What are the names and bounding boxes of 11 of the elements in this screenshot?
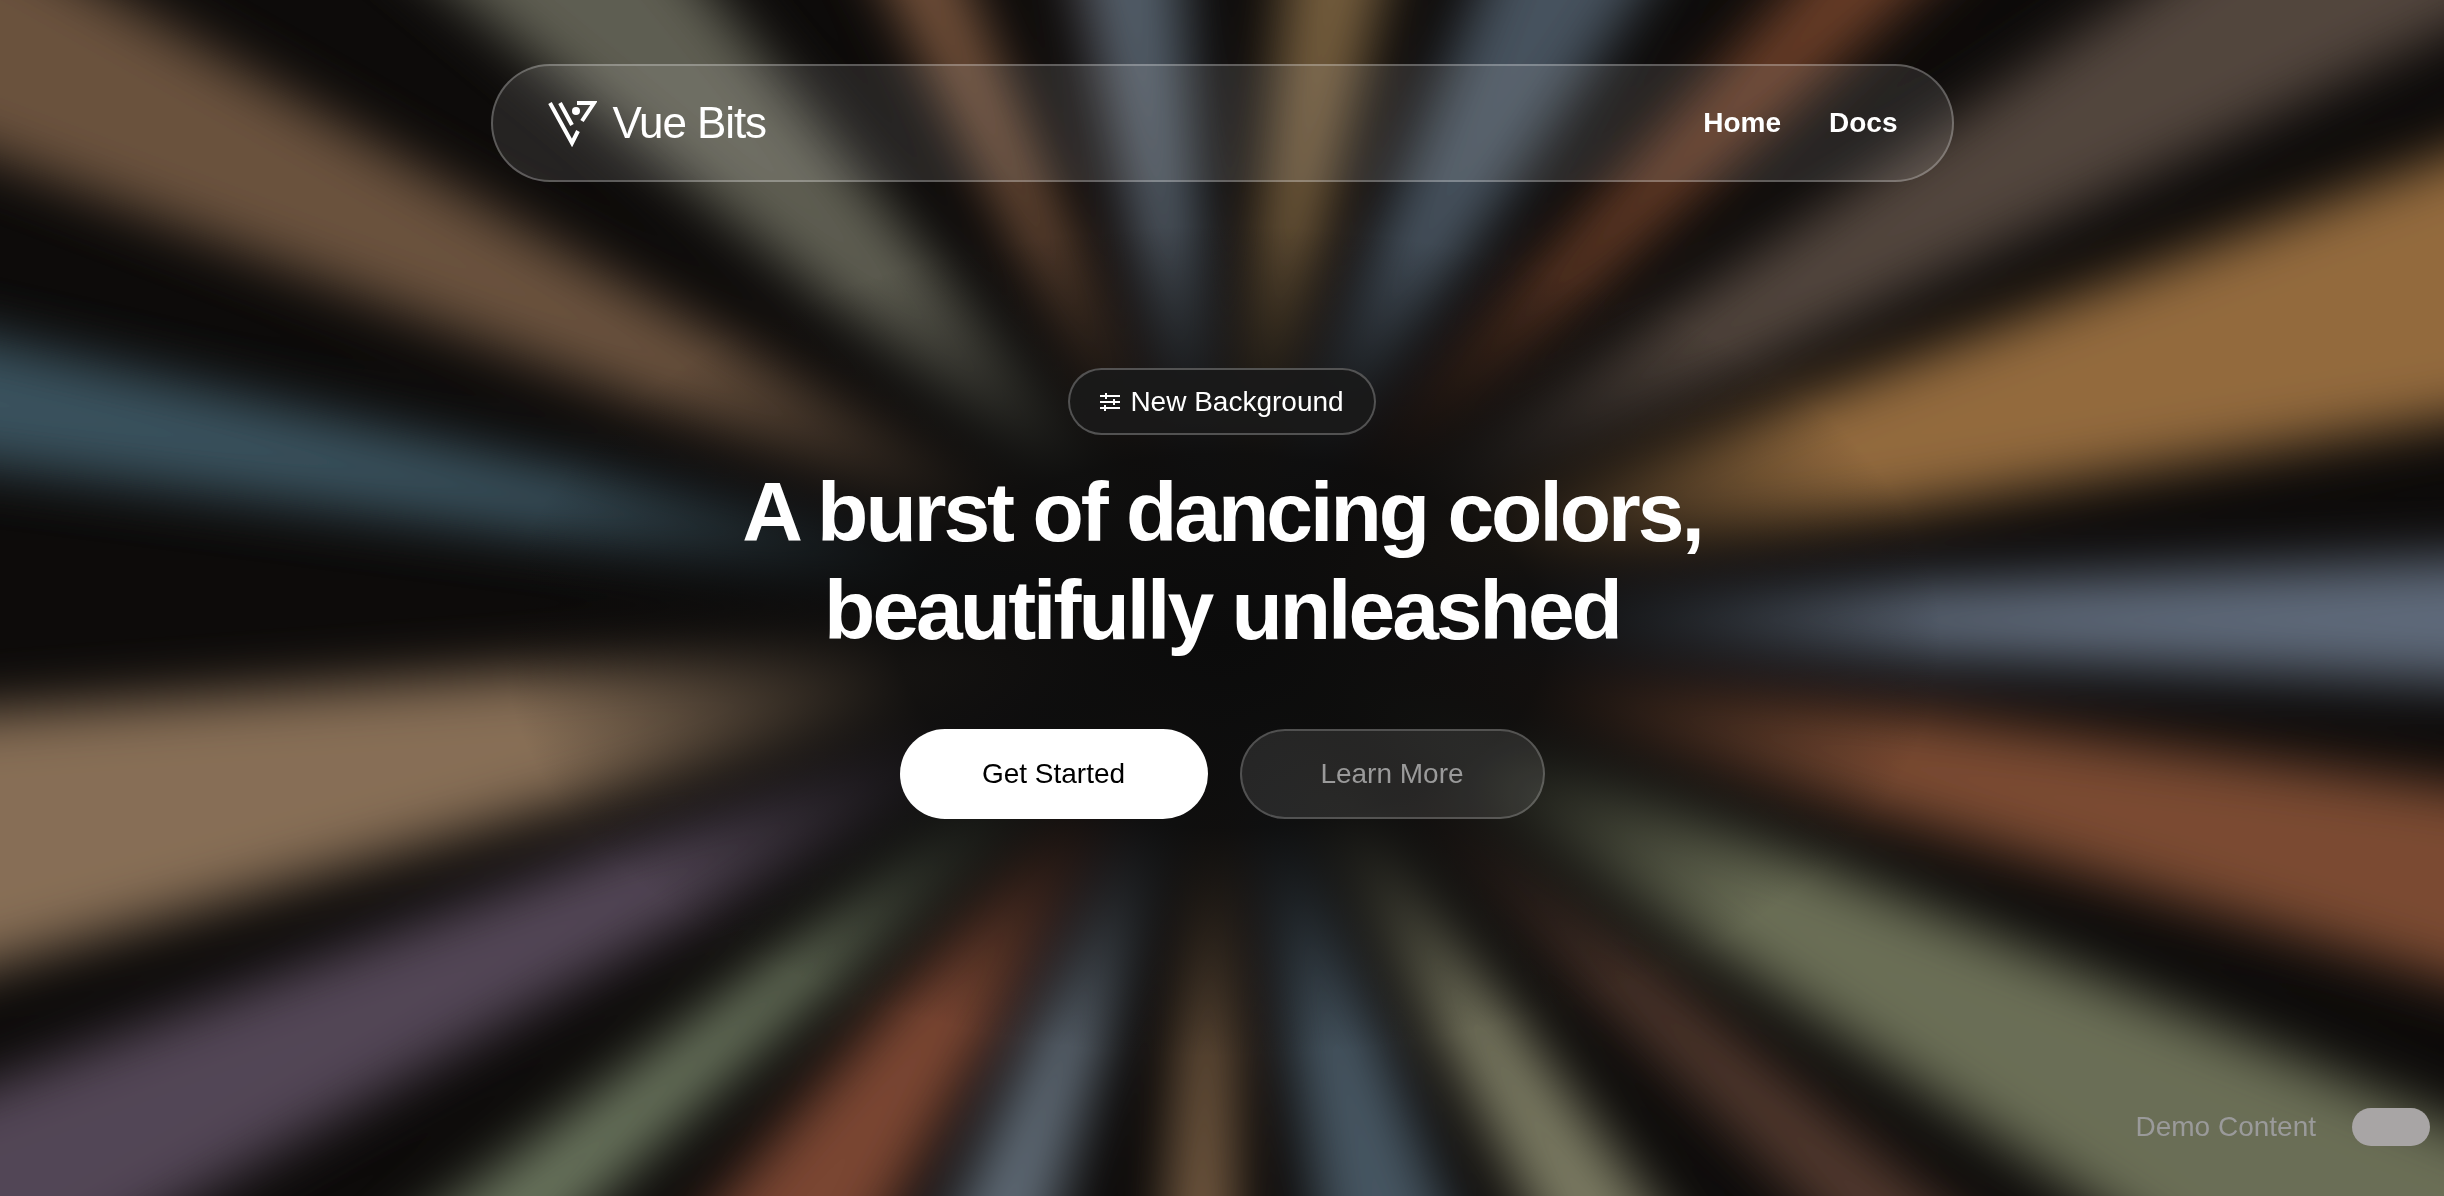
toggle-label: Demo Content (2135, 1110, 2316, 1144)
learn-more-button[interactable]: Learn More (1239, 729, 1545, 819)
logo-icon (546, 99, 597, 147)
get-started-button[interactable]: Get Started (899, 729, 1208, 819)
toggle-switch[interactable] (2352, 1108, 2430, 1146)
nav-link[interactable]: Docs (1829, 102, 1898, 144)
nav-link[interactable]: Home (1703, 102, 1782, 144)
headline: A burst of dancing colors, beautifully unleashed (742, 464, 1702, 659)
brand-name: Vue Bits (612, 97, 766, 149)
badge-label: New Background (1130, 384, 1344, 419)
sliders-icon (1100, 392, 1121, 411)
